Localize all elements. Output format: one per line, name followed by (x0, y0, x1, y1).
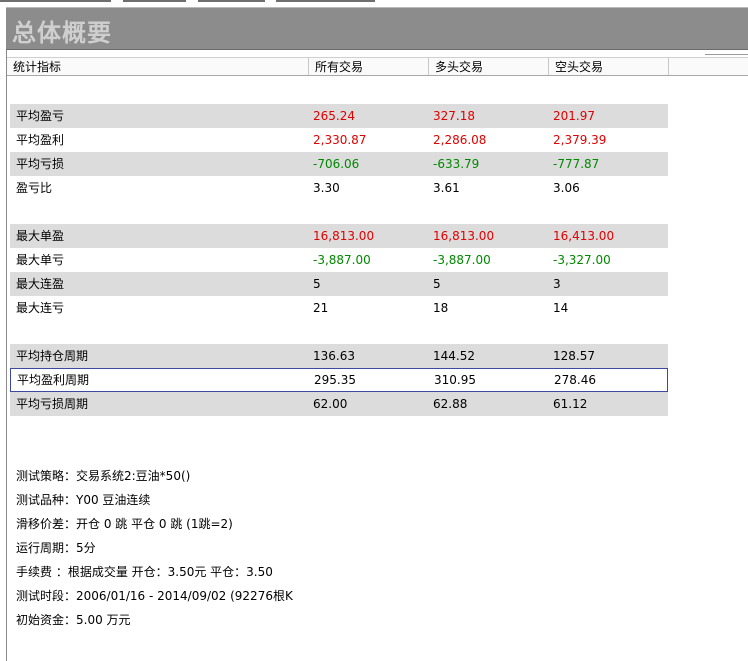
table-row[interactable]: 最大连亏 21 18 14 (10, 296, 668, 320)
column-header-all-trades[interactable]: 所有交易 (309, 58, 429, 75)
long-trades-value: 16,813.00 (433, 229, 495, 243)
metric-label: 最大连盈 (16, 277, 65, 291)
table-row[interactable]: 最大单亏 -3,887.00 -3,887.00 -3,327.00 (10, 248, 668, 272)
all-trades-value: 62.00 (313, 397, 348, 411)
long-trades-value: 2,286.08 (433, 133, 487, 147)
metric-label: 最大单亏 (16, 253, 65, 267)
all-trades-value: -3,887.00 (313, 253, 371, 267)
table-header: 统计指标 所有交易 多头交易 空头交易 (7, 57, 748, 76)
slippage-info: 滑移价差：开仓 0 跳 平仓 0 跳 (1跳=2) (16, 517, 233, 531)
metric-label: 最大单盈 (16, 229, 65, 243)
page-title: 总体概要 (12, 19, 112, 47)
long-trades-value: -633.79 (433, 157, 480, 171)
all-trades-value: 2,330.87 (313, 133, 367, 147)
test-range-info: 测试时段：2006/01/16 - 2014/09/02 (92276根K (16, 589, 293, 603)
long-trades-value: 62.88 (433, 397, 468, 411)
table-row[interactable]: 最大单盈 16,813.00 16,813.00 16,413.00 (10, 224, 668, 248)
metric-label: 平均亏损周期 (16, 397, 89, 411)
long-trades-value: 3.61 (433, 181, 460, 195)
top-tab-4[interactable] (276, 0, 375, 2)
top-tab-2[interactable] (123, 0, 186, 2)
initial-capital-info: 初始资金：5.00 万元 (16, 613, 131, 627)
table-row[interactable]: 最大连盈 5 5 3 (10, 272, 668, 296)
long-trades-value: -3,887.00 (433, 253, 491, 267)
short-trades-value: 14 (553, 301, 569, 315)
short-trades-value: 278.46 (554, 373, 596, 387)
metric-label: 盈亏比 (16, 181, 53, 195)
all-trades-value: 265.24 (313, 109, 355, 123)
metric-label: 平均盈利周期 (17, 373, 90, 387)
long-trades-value: 144.52 (433, 349, 475, 363)
top-tab-strip (0, 0, 748, 4)
table-row[interactable]: 盈亏比 3.30 3.61 3.06 (10, 176, 668, 200)
all-trades-value: 136.63 (313, 349, 355, 363)
metric-label: 平均持仓周期 (16, 349, 89, 363)
short-trades-value: -777.87 (553, 157, 600, 171)
column-header-metric[interactable]: 统计指标 (7, 58, 309, 75)
metric-label: 平均亏损 (16, 157, 65, 171)
metric-label: 最大连亏 (16, 301, 65, 315)
all-trades-value: 3.30 (313, 181, 340, 195)
all-trades-value: 16,813.00 (313, 229, 375, 243)
metric-label: 平均盈亏 (16, 109, 65, 123)
top-tab-1[interactable] (0, 0, 111, 2)
top-tab-3[interactable] (198, 0, 265, 2)
commission-info: 手续费 ：根据成交量 开仓：3.50元 平仓：3.50 (16, 565, 273, 579)
all-trades-value: 295.35 (314, 373, 356, 387)
short-trades-value: 128.57 (553, 349, 595, 363)
metric-label: 平均盈利 (16, 133, 65, 147)
short-trades-value: 16,413.00 (553, 229, 615, 243)
long-trades-value: 310.95 (434, 373, 476, 387)
table-row[interactable]: 平均盈亏 265.24 327.18 201.97 (10, 104, 668, 128)
long-trades-value: 18 (433, 301, 449, 315)
short-trades-value: -3,327.00 (553, 253, 611, 267)
short-trades-value: 61.12 (553, 397, 588, 411)
column-header-short-trades[interactable]: 空头交易 (549, 58, 669, 75)
long-trades-value: 5 (433, 277, 441, 291)
strategy-info: 测试策略：交易系统2:豆油*50() (16, 469, 191, 483)
short-trades-value: 2,379.39 (553, 133, 607, 147)
all-trades-value: -706.06 (313, 157, 360, 171)
table-row[interactable]: 平均亏损周期 62.00 62.88 61.12 (10, 392, 668, 416)
period-info: 运行周期：5分 (16, 541, 96, 555)
short-trades-value: 201.97 (553, 109, 595, 123)
long-trades-value: 327.18 (433, 109, 475, 123)
table-row[interactable]: 平均盈利 2,330.87 2,286.08 2,379.39 (10, 128, 668, 152)
short-trades-value: 3 (553, 277, 561, 291)
all-trades-value: 21 (313, 301, 329, 315)
summary-title-bar: 总体概要 (6, 7, 748, 50)
symbol-info: 测试品种：Y00 豆油连续 (16, 493, 151, 507)
short-trades-value: 3.06 (553, 181, 580, 195)
column-header-long-trades[interactable]: 多头交易 (429, 58, 549, 75)
table-row[interactable]: 平均持仓周期 136.63 144.52 128.57 (10, 344, 668, 368)
all-trades-value: 5 (313, 277, 321, 291)
table-row[interactable]: 平均盈利周期 295.35 310.95 278.46 (10, 368, 668, 392)
left-border (6, 50, 7, 661)
table-row[interactable]: 平均亏损 -706.06 -633.79 -777.87 (10, 152, 668, 176)
